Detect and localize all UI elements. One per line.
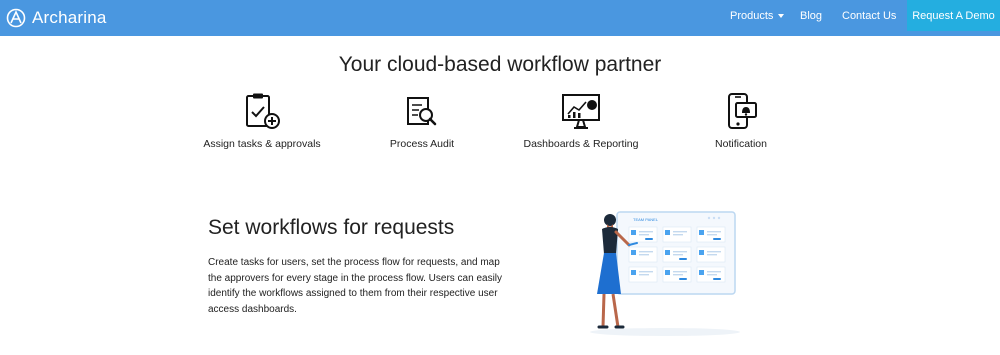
panel-title: TEAM PANEL xyxy=(633,217,659,222)
nav-contact-link[interactable]: Contact Us xyxy=(842,10,896,22)
feature-dashboards: Dashboards & Reporting xyxy=(491,92,671,150)
nav-blog-link[interactable]: Blog xyxy=(800,10,822,22)
feature-label: Notification xyxy=(715,138,767,150)
nav-products-dropdown[interactable]: Products xyxy=(730,10,785,22)
brand-logo[interactable]: Archarina xyxy=(6,4,107,32)
top-navbar: Archarina Products Blog Contact Us Reque… xyxy=(0,0,1000,36)
feature-label: Dashboards & Reporting xyxy=(523,138,639,150)
page-headline: Your cloud-based workflow partner xyxy=(338,53,662,76)
document-search-icon xyxy=(407,97,437,126)
request-demo-button[interactable]: Request A Demo xyxy=(907,0,1000,31)
panel-cards xyxy=(628,226,726,283)
phone-bell-icon xyxy=(728,93,757,129)
monitor-chart-icon xyxy=(562,94,600,129)
section-title: Set workflows for requests xyxy=(208,216,455,239)
chevron-down-icon xyxy=(778,14,785,19)
feature-assign-tasks: Assign tasks & approvals xyxy=(172,92,352,150)
feature-label: Assign tasks & approvals xyxy=(203,138,321,150)
brand-name: Archarina xyxy=(32,8,107,27)
feature-notification: Notification xyxy=(651,92,831,150)
feature-label: Process Audit xyxy=(389,138,455,150)
clipboard-check-icon xyxy=(246,93,280,129)
feature-process-audit: Process Audit xyxy=(332,92,512,150)
team-panel-illustration: TEAM PANEL xyxy=(590,211,740,336)
nav-products-label: Products xyxy=(730,10,774,22)
archarina-logo-icon xyxy=(6,8,26,28)
section-description: Create tasks for users, set the process … xyxy=(208,257,503,315)
